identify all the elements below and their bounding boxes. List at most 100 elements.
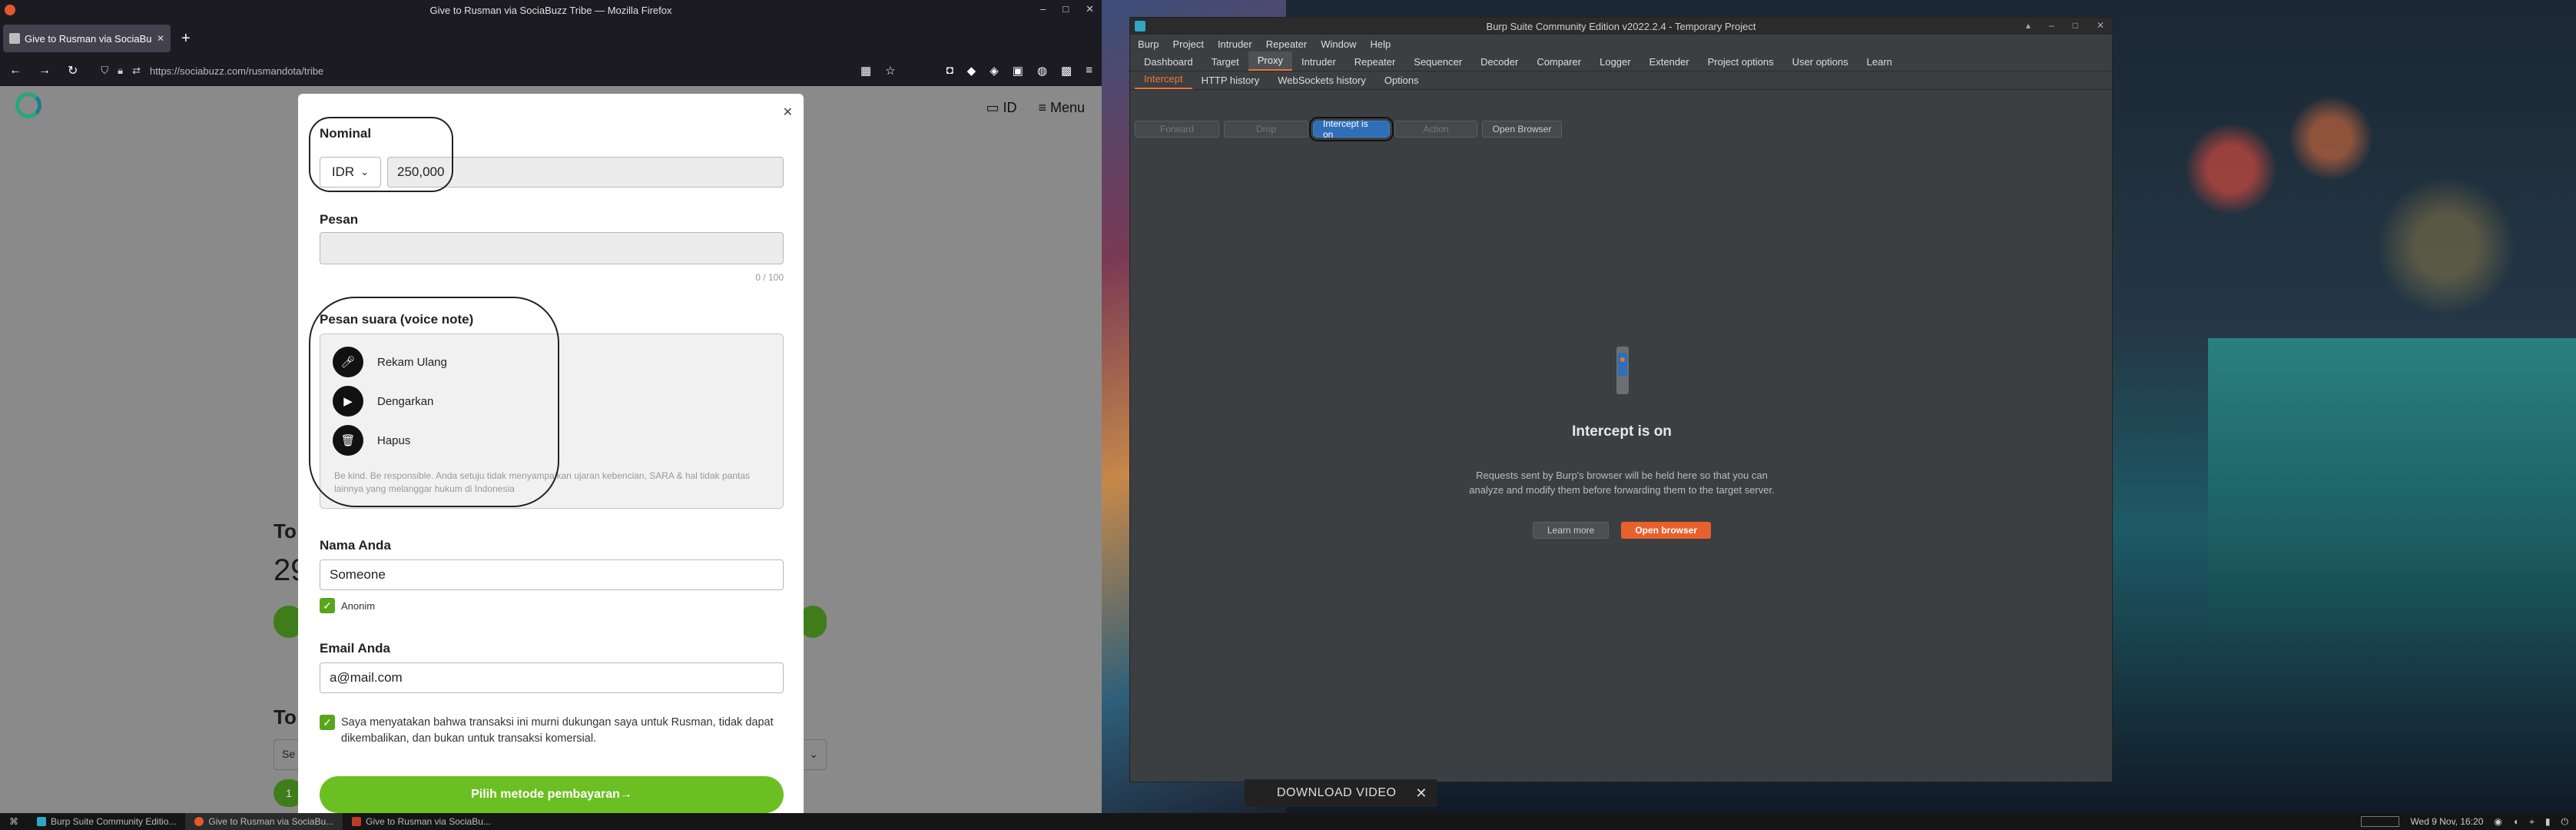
battery-icon[interactable]: ▮ [2545,816,2551,827]
close-icon[interactable]: ✕ [1086,3,1094,15]
new-tab-icon[interactable]: + [181,30,191,48]
tab-decoder[interactable]: Decoder [1471,53,1527,71]
tab-target[interactable]: Target [1202,53,1248,71]
extension-icon[interactable]: ◆ [967,64,976,78]
taskbar-item-firefox-2[interactable]: Give to Rusman via SociaBu... [343,813,500,830]
back-icon[interactable]: ← [9,64,22,78]
close-icon[interactable]: ✕ [2097,20,2104,31]
forward-icon[interactable]: → [38,64,51,78]
menu-help[interactable]: Help [1370,38,1391,50]
tab-comparer[interactable]: Comparer [1527,53,1590,71]
menu-burp[interactable]: Burp [1138,38,1159,50]
tab-sequencer[interactable]: Sequencer [1404,53,1471,71]
pin-icon[interactable]: ▴ [2026,20,2031,31]
taskbar-item-firefox-1[interactable]: Give to Rusman via SociaBu... [185,813,343,830]
bookmark-star-icon[interactable]: ☆ [885,64,895,78]
subtab-websockets-history[interactable]: WebSockets history [1268,71,1375,89]
tab-user-options[interactable]: User options [1783,53,1858,71]
site-menu[interactable]: ≡ Menu [1038,100,1085,116]
tab-sociabuzz[interactable]: Give to Rusman via SociaBuzz ✕ [3,25,171,52]
maximize-icon[interactable]: □ [1063,3,1069,15]
menu-repeater[interactable]: Repeater [1266,38,1307,50]
url-bar[interactable]: ⛉ 🔒︎ ⇄ https://sociabuzz.com/rusmandota/… [94,60,844,81]
extensions-grid-icon[interactable]: ▦ [860,64,871,78]
firefox-navbar: ← → ↻ ⛉ 🔒︎ ⇄ https://sociabuzz.com/rusma… [0,57,1102,85]
voice-action-label: Rekam Ulang [377,355,447,369]
workspace-switcher[interactable] [2361,816,2400,827]
mic-icon[interactable]: 🎤︎ [333,347,363,377]
burp-icon [37,817,46,826]
extension-icon[interactable]: ▣ [1013,64,1023,78]
tab-intruder[interactable]: Intruder [1292,53,1345,71]
message-textarea[interactable] [320,232,784,264]
taskbar-item-burp[interactable]: Burp Suite Community Editio... [28,813,185,830]
clock[interactable]: Wed 9 Nov, 16:20 [2410,816,2483,827]
subtab-options[interactable]: Options [1375,71,1428,89]
hamburger-menu-icon[interactable]: ≡ [1086,64,1092,78]
subtab-http-history[interactable]: HTTP history [1192,71,1269,89]
voice-disclaimer: Be kind. Be responsible. Anda setuju tid… [334,470,751,494]
app-menu-icon[interactable]: ⌘ [0,813,28,830]
open-browser-button[interactable]: Open Browser [1482,121,1562,138]
extensions-icon[interactable]: ▩ [1061,64,1072,78]
minimize-icon[interactable]: – [1040,3,1046,15]
download-video-toast[interactable]: DOWNLOAD VIDEO ✕ [1245,779,1437,807]
tab-logger[interactable]: Logger [1590,53,1639,71]
char-counter: 0 / 100 [755,272,784,283]
menu-project[interactable]: Project [1172,38,1203,50]
extension-icon[interactable]: ◈ [990,64,999,78]
menu-intruder[interactable]: Intruder [1218,38,1252,50]
language-switcher[interactable]: ▭ ID [986,100,1016,116]
power-icon[interactable]: ⏻ [2561,816,2569,828]
agreement-checkbox[interactable]: ✓ [320,715,335,730]
choose-payment-button[interactable]: Pilih metode pembayaran→ [320,776,784,813]
name-input[interactable]: Someone [320,559,784,590]
pesan-label: Pesan [320,212,359,227]
voice-action-delete[interactable]: 🗑︎ Hapus [333,425,410,456]
pocket-icon[interactable]: ◘ [947,64,953,78]
close-icon[interactable]: ✕ [783,105,793,120]
subtab-intercept[interactable]: Intercept [1135,70,1192,89]
minimize-icon[interactable]: – [2049,20,2054,31]
amount-input[interactable]: 250,000 [387,157,784,188]
reload-icon[interactable]: ↻ [68,63,78,78]
tab-proxy[interactable]: Proxy [1248,51,1292,71]
forward-button[interactable]: Forward [1135,121,1219,138]
trash-icon[interactable]: 🗑︎ [333,425,363,456]
tab-project-options[interactable]: Project options [1699,53,1783,71]
open-browser-button-primary[interactable]: Open browser [1621,522,1712,539]
tab-close-icon[interactable]: ✕ [157,33,164,44]
email-input[interactable]: a@mail.com [320,662,784,693]
permissions-icon[interactable]: ⇄ [132,65,141,77]
close-icon[interactable]: ✕ [1415,785,1427,802]
tab-repeater[interactable]: Repeater [1345,53,1404,71]
tab-learn[interactable]: Learn [1858,53,1901,71]
anonymous-checkbox[interactable]: ✓ [320,598,335,613]
drop-button[interactable]: Drop [1224,121,1308,138]
learn-more-button[interactable]: Learn more [1532,522,1610,539]
shield-icon[interactable]: ⛉ [101,65,108,77]
firefox-window: Give to Rusman via SociaBuzz Tribe — Moz… [0,0,1102,813]
extension-icon[interactable]: ◍ [1037,64,1047,78]
lock-icon[interactable]: 🔒︎ [118,65,123,77]
voice-action-rerecord[interactable]: 🎤︎ Rekam Ulang [333,347,447,377]
sociabuzz-logo-icon[interactable] [15,92,41,118]
network-icon[interactable]: ◉ [2494,816,2501,827]
intercept-toggle-button[interactable]: Intercept is on [1309,117,1394,141]
volume-icon[interactable]: ◖ [2513,816,2518,827]
donation-modal: ✕ Nominal IDR ⌄ 250,000 Pesan 0 / 100 Pes… [298,94,804,813]
download-video-label[interactable]: DOWNLOAD VIDEO [1277,786,1396,800]
location-icon[interactable]: ⌖ [2529,816,2535,828]
play-icon[interactable]: ▶ [333,386,363,417]
tab-extender[interactable]: Extender [1640,53,1699,71]
maximize-icon[interactable]: □ [2073,20,2078,31]
voice-action-label: Hapus [377,433,411,447]
tab-dashboard[interactable]: Dashboard [1135,53,1202,71]
action-button[interactable]: Action [1394,121,1477,138]
burp-window: Burp Suite Community Edition v2022.2.4 -… [1129,17,2113,782]
url-text[interactable]: https://sociabuzz.com/rusmandota/tribe [150,65,323,77]
voice-action-play[interactable]: ▶ Dengarkan [333,386,433,417]
taskbar: ⌘ Burp Suite Community Editio... Give to… [0,813,2576,830]
currency-select[interactable]: IDR ⌄ [320,157,381,188]
menu-window[interactable]: Window [1321,38,1356,50]
